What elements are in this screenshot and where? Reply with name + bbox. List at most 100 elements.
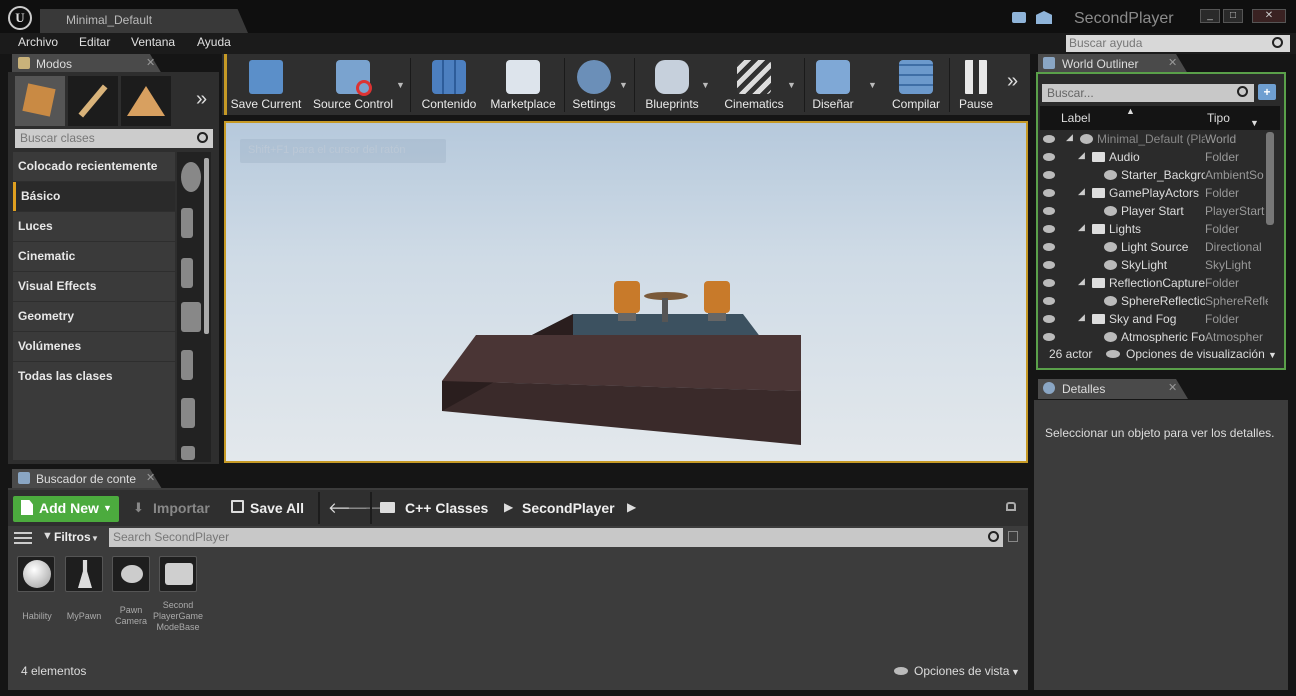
category-basic[interactable]: Básico [13,182,175,211]
class-thumbnail[interactable] [181,208,193,238]
view-options-button[interactable]: Opciones de visualización [1126,347,1265,361]
category-geometry[interactable]: Geometry [13,302,175,331]
save-all-button[interactable]: Save All [250,500,304,516]
add-folder-icon[interactable]: + [1258,84,1276,100]
visibility-eye-icon[interactable] [1043,243,1055,251]
chevron-down-icon[interactable]: ▼ [103,503,112,513]
tab-world-outliner[interactable]: World Outliner [1038,54,1188,74]
view-options-button[interactable]: Opciones de vista [914,664,1009,678]
save-current-button[interactable]: Save Current [228,56,304,114]
chevron-down-icon[interactable]: ▼ [396,80,405,90]
minimize-button[interactable]: _ [1200,9,1220,23]
save-search-icon[interactable] [1008,531,1018,542]
column-label[interactable]: Label [1061,111,1090,125]
visibility-eye-icon[interactable] [1043,279,1055,287]
blueprints-button[interactable]: Blueprints [638,56,706,114]
settings-button[interactable]: Settings [566,56,622,114]
expand-arrow-icon[interactable]: ◢ [1078,222,1085,233]
source-control-button[interactable]: Source Control [308,56,398,114]
sources-panel-icon[interactable] [14,530,32,544]
outliner-row[interactable]: ◢ Audio Folder [1040,148,1268,166]
outliner-row[interactable]: SkyLight SkyLight [1040,256,1268,274]
document-tab[interactable]: Minimal_Default [40,9,248,33]
chevron-down-icon[interactable]: ▼ [787,80,796,90]
asset-mypawn[interactable] [65,556,103,592]
visibility-eye-icon[interactable] [1043,333,1055,341]
close-icon[interactable]: ✕ [146,471,155,484]
scrollbar[interactable] [1266,132,1274,225]
visibility-eye-icon[interactable] [1043,189,1055,197]
outliner-row[interactable]: ◢ Lights Folder [1040,220,1268,238]
mode-place-button[interactable] [15,76,65,126]
scrollbar[interactable] [204,158,209,334]
tab-details[interactable]: Detalles [1038,379,1188,399]
content-search-input[interactable]: Search SecondPlayer [109,528,1003,547]
outliner-row[interactable]: SphereReflectio SphereRefle [1040,292,1268,310]
marketplace-button[interactable]: Marketplace [486,56,560,114]
outliner-search-input[interactable]: Buscar... [1042,84,1254,102]
mode-landscape-button[interactable] [121,76,171,126]
visibility-eye-icon[interactable] [1043,315,1055,323]
asset-hability[interactable] [17,556,55,592]
visibility-eye-icon[interactable] [1043,135,1055,143]
expand-arrow-icon[interactable]: ◢ [1066,132,1073,143]
class-thumbnail[interactable] [181,446,195,460]
import-button[interactable]: Importar [153,500,210,516]
breadcrumb-arrow-icon[interactable]: ▶ [627,500,636,514]
expand-arrow-icon[interactable]: ◢ [1078,276,1085,287]
filters-button[interactable]: Filtros [54,530,91,544]
chevron-down-icon[interactable]: ▼ [1268,350,1277,360]
level-viewport[interactable]: Shift+F1 para el cursor del ratón [224,121,1028,463]
outliner-row[interactable]: ◢ ReflectionCapture Folder [1040,274,1268,292]
class-thumbnail[interactable] [181,350,193,380]
outliner-row[interactable]: Player Start PlayerStart [1040,202,1268,220]
content-button[interactable]: Contenido [414,56,484,114]
category-lights[interactable]: Luces [13,212,175,241]
visibility-eye-icon[interactable] [1043,171,1055,179]
visibility-eye-icon[interactable] [1043,153,1055,161]
menu-editar[interactable]: Editar [79,35,110,49]
outliner-row[interactable]: Starter_BackgrouAmbientSo [1040,166,1268,184]
chevron-right-icon[interactable]: » [1007,70,1018,93]
pause-button[interactable]: Pause [952,56,1000,114]
expand-arrow-icon[interactable]: ◢ [1078,186,1085,197]
outliner-row[interactable]: ◢ Minimal_Default (Pla World [1040,130,1268,148]
class-thumbnail[interactable] [181,302,201,332]
chevron-right-icon[interactable]: » [196,88,207,111]
chevron-down-icon[interactable]: ▼ [1011,667,1020,677]
chevron-down-icon[interactable]: ▼ [868,80,877,90]
mode-paint-button[interactable] [68,76,118,126]
category-all-classes[interactable]: Todas las clases [13,362,175,460]
outliner-row[interactable]: ◢ Sky and Fog Folder [1040,310,1268,328]
menu-ayuda[interactable]: Ayuda [197,35,231,49]
cinematics-button[interactable]: Cinematics [718,56,790,114]
build-button[interactable]: Diseñar [806,56,860,114]
menu-ventana[interactable]: Ventana [131,35,175,49]
compile-button[interactable]: Compilar [886,56,946,114]
category-cinematic[interactable]: Cinematic [13,242,175,271]
category-volumes[interactable]: Volúmenes [13,332,175,361]
folder-icon[interactable] [380,502,395,513]
outliner-row[interactable]: Light Source Directional [1040,238,1268,256]
close-icon[interactable]: ✕ [1168,56,1177,69]
breadcrumb-secondplayer[interactable]: SecondPlayer [522,500,615,516]
lock-icon[interactable] [1006,502,1016,511]
help-search-input[interactable]: Buscar ayuda [1066,35,1290,52]
menu-archivo[interactable]: Archivo [18,35,58,49]
breadcrumb-cpp-classes[interactable]: C++ Classes [405,500,488,516]
expand-arrow-icon[interactable]: ◢ [1078,150,1085,161]
visibility-eye-icon[interactable] [1043,207,1055,215]
tab-modos[interactable]: Modos [12,54,162,74]
visibility-eye-icon[interactable] [1043,225,1055,233]
maximize-button[interactable]: □ [1223,9,1243,23]
class-thumbnail[interactable] [181,258,193,288]
outliner-row[interactable]: ◢ GamePlayActors Folder [1040,184,1268,202]
category-recent[interactable]: Colocado recientemente [13,152,175,181]
class-thumbnail[interactable] [181,162,201,192]
chevron-down-icon[interactable]: ▼ [1250,118,1259,128]
chat-icon[interactable] [1012,12,1026,23]
chevron-down-icon[interactable]: ▼ [701,80,710,90]
category-visual-effects[interactable]: Visual Effects [13,272,175,301]
breadcrumb-arrow-icon[interactable]: ▶ [504,500,513,514]
expand-arrow-icon[interactable]: ◢ [1078,312,1085,323]
